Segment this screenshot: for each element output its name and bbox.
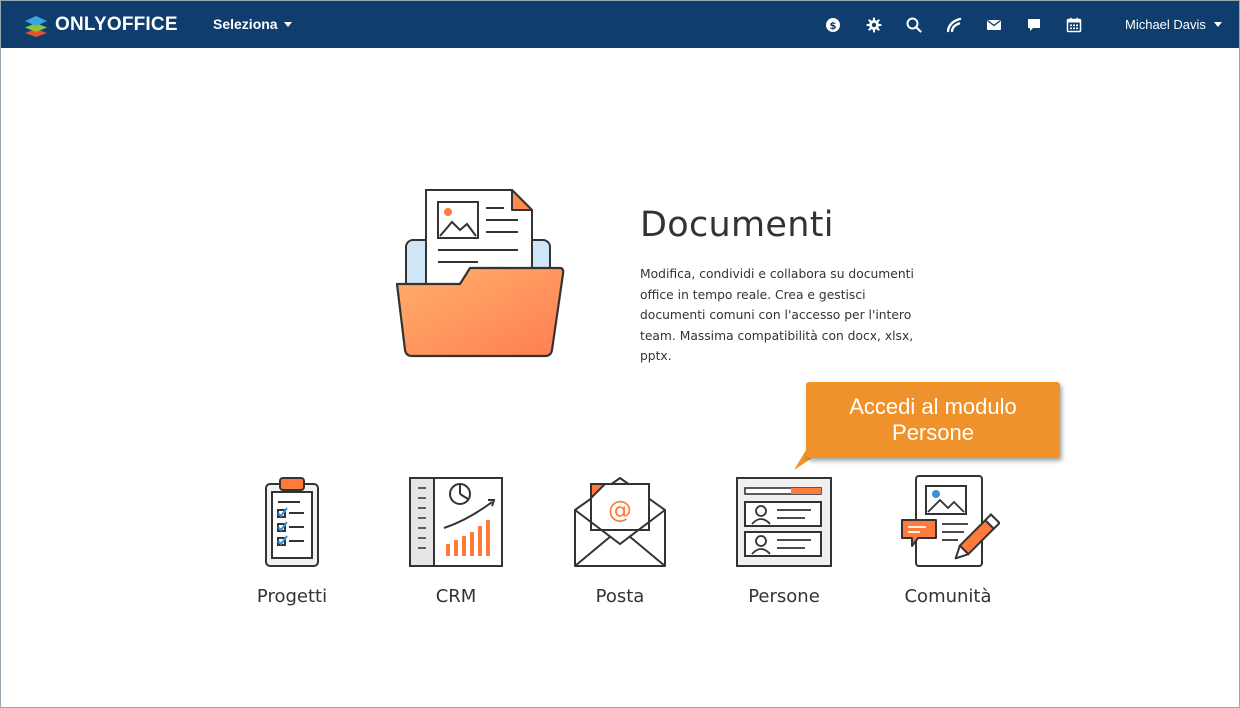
settings-icon[interactable]	[865, 16, 883, 34]
feed-icon[interactable]	[945, 16, 963, 34]
module-label: CRM	[435, 586, 477, 607]
tooltip-text: Accedi al modulo Persone	[849, 394, 1017, 445]
clipboard-checklist-icon	[265, 477, 319, 567]
chevron-down-icon	[283, 21, 292, 27]
envelope-at-icon: @	[574, 477, 666, 567]
user-name: Michael Davis	[1125, 17, 1206, 32]
module-projects[interactable]: Progetti	[222, 474, 362, 614]
user-menu[interactable]: Michael Davis	[1125, 17, 1222, 32]
sales-chart-icon	[409, 477, 503, 567]
brand-logo[interactable]: ONLYOFFICE	[23, 11, 178, 39]
module-label: Persone	[748, 586, 820, 607]
module-selector[interactable]: Seleziona	[213, 16, 292, 32]
payments-icon[interactable]: $	[824, 16, 842, 34]
module-people[interactable]: Persone	[714, 474, 854, 614]
chat-icon[interactable]	[1025, 16, 1043, 34]
module-crm[interactable]: CRM	[386, 474, 526, 614]
hero-description: Modifica, condividi e collabora su docum…	[640, 267, 914, 363]
module-selector-label: Seleziona	[213, 16, 278, 32]
calendar-icon[interactable]	[1065, 16, 1083, 34]
search-icon[interactable]	[905, 16, 923, 34]
top-navbar: ONLYOFFICE Seleziona $ Michael Davis	[1, 1, 1239, 48]
module-mail[interactable]: @ Posta	[550, 474, 690, 614]
onlyoffice-logo-icon	[25, 16, 47, 37]
svg-text:$: $	[830, 21, 837, 32]
community-post-icon	[901, 475, 1000, 567]
contact-cards-icon	[736, 477, 832, 567]
module-label: Posta	[595, 586, 645, 607]
svg-text:@: @	[608, 496, 632, 524]
page-title: Documenti	[640, 205, 834, 245]
brand-name: ONLYOFFICE	[55, 14, 178, 35]
module-label: Progetti	[256, 586, 328, 607]
module-label: Comunità	[904, 586, 992, 607]
module-community[interactable]: Comunità	[878, 474, 1018, 614]
documents-illustration[interactable]	[394, 186, 568, 360]
chevron-down-icon	[1213, 22, 1222, 27]
mail-icon[interactable]	[985, 16, 1003, 34]
onboarding-tooltip: Accedi al modulo Persone	[806, 382, 1060, 458]
